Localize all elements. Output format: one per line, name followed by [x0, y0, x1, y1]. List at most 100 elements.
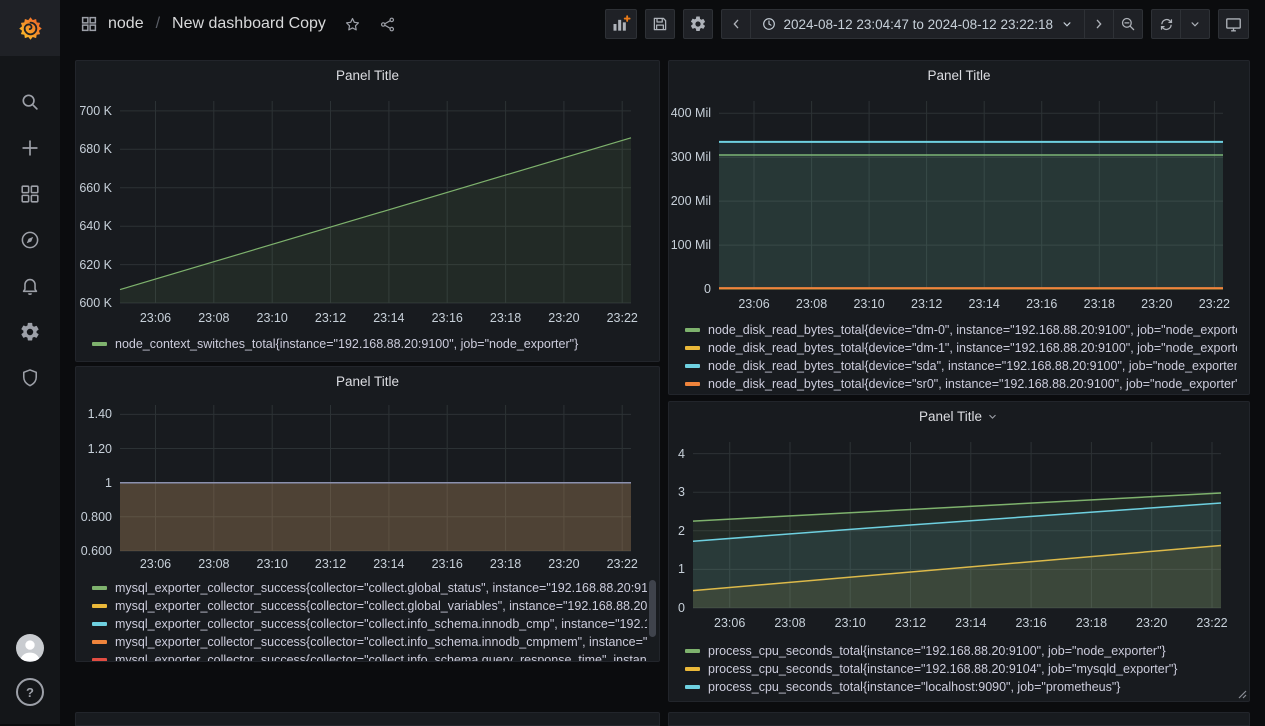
time-range-controls: 2024-08-12 23:04:47 to 2024-08-12 23:22:… — [721, 9, 1143, 39]
x-tick-label: 23:14 — [373, 557, 404, 572]
legend-item[interactable]: node_context_switches_total{instance="19… — [92, 335, 647, 353]
x-tick-label: 23:14 — [955, 616, 986, 631]
legend-series-label: process_cpu_seconds_total{instance="loca… — [708, 680, 1120, 694]
sidebar: ? — [0, 0, 60, 724]
x-tick-label: 23:12 — [911, 297, 942, 312]
x-tick-label: 23:22 — [1199, 297, 1230, 312]
add-panel-button[interactable] — [605, 9, 637, 39]
legend-item[interactable]: node_disk_read_bytes_total{device="dm-0"… — [685, 321, 1237, 339]
x-tick-label: 23:18 — [490, 557, 521, 572]
y-tick-label: 200 Mil — [669, 194, 711, 209]
y-tick-label: 1 — [76, 476, 112, 491]
time-forward-button[interactable] — [1084, 9, 1114, 39]
x-tick-label: 23:10 — [835, 616, 866, 631]
star-icon[interactable] — [344, 16, 361, 33]
dashboards-icon[interactable] — [18, 182, 42, 206]
y-tick-label: 620 K — [76, 258, 112, 273]
legend-series-color-icon — [92, 658, 107, 662]
y-tick-label: 1.40 — [76, 407, 112, 422]
legend-series-label: process_cpu_seconds_total{instance="192.… — [708, 644, 1166, 658]
legend-item[interactable]: mysql_exporter_collector_success{collect… — [92, 597, 647, 615]
legend-item[interactable]: node_disk_read_bytes_total{device="dm-1"… — [685, 339, 1237, 357]
panel-top-left: Panel Title node_context_switches_total{… — [75, 60, 660, 362]
navbar: node / New dashboard Copy 2024-08-12 23:… — [60, 0, 1265, 48]
y-tick-label: 1.20 — [76, 442, 112, 457]
legend-item[interactable]: node_disk_read_bytes_total{device="sda",… — [685, 357, 1237, 375]
x-tick-label: 23:12 — [315, 311, 346, 326]
legend-item[interactable]: mysql_exporter_collector_success{collect… — [92, 651, 647, 662]
user-avatar[interactable] — [16, 634, 44, 662]
y-tick-label: 680 K — [76, 142, 112, 157]
x-tick-label: 23:08 — [198, 311, 229, 326]
help-icon[interactable]: ? — [16, 678, 44, 706]
x-tick-label: 23:18 — [1076, 616, 1107, 631]
x-tick-label: 23:16 — [432, 311, 463, 326]
legend-series-color-icon — [685, 667, 700, 671]
chevron-down-icon — [1060, 17, 1074, 31]
dashboards-grid-icon[interactable] — [80, 15, 98, 33]
legend-series-label: process_cpu_seconds_total{instance="192.… — [708, 662, 1177, 676]
cycle-view-mode-button[interactable] — [1218, 9, 1249, 39]
y-tick-label: 0 — [669, 601, 685, 616]
legend-item[interactable]: mysql_exporter_collector_success{collect… — [92, 579, 647, 597]
grafana-logo[interactable] — [0, 0, 60, 56]
x-tick-label: 23:12 — [315, 557, 346, 572]
y-tick-label: 100 Mil — [669, 238, 711, 253]
refresh-button[interactable] — [1151, 9, 1181, 39]
x-tick-label: 23:10 — [853, 297, 884, 312]
share-icon[interactable] — [379, 16, 396, 33]
search-icon[interactable] — [18, 90, 42, 114]
legend-item[interactable]: process_cpu_seconds_total{instance="192.… — [685, 642, 1237, 660]
legend-series-color-icon — [92, 586, 107, 590]
create-icon[interactable] — [18, 136, 42, 160]
legend-item[interactable]: process_cpu_seconds_total{instance="192.… — [685, 660, 1237, 678]
configuration-gear-icon[interactable] — [18, 320, 42, 344]
x-tick-label: 23:08 — [198, 557, 229, 572]
legend-series-color-icon — [685, 364, 700, 368]
refresh-interval-caret-button[interactable] — [1180, 9, 1210, 39]
x-tick-label: 23:10 — [257, 557, 288, 572]
alerting-bell-icon[interactable] — [18, 274, 42, 298]
legend-item[interactable]: mysql_exporter_collector_success{collect… — [92, 633, 647, 651]
navbar-toolbar: 2024-08-12 23:04:47 to 2024-08-12 23:22:… — [605, 9, 1249, 39]
time-range-picker[interactable]: 2024-08-12 23:04:47 to 2024-08-12 23:22:… — [750, 9, 1085, 39]
legend-series-label: node_disk_read_bytes_total{device="sr0",… — [708, 377, 1237, 391]
legend-series-label: mysql_exporter_collector_success{collect… — [115, 599, 647, 613]
server-admin-shield-icon[interactable] — [18, 366, 42, 390]
breadcrumb-separator: / — [156, 15, 160, 33]
time-back-button[interactable] — [721, 9, 751, 39]
legend-series-label: node_disk_read_bytes_total{device="dm-1"… — [708, 341, 1237, 355]
legend-series-color-icon — [685, 382, 700, 386]
save-dashboard-button[interactable] — [645, 9, 675, 39]
x-tick-label: 23:20 — [1141, 297, 1172, 312]
legend: mysql_exporter_collector_success{collect… — [92, 579, 647, 662]
legend-series-label: node_context_switches_total{instance="19… — [115, 337, 578, 351]
panel-resize-handle[interactable] — [1237, 689, 1247, 699]
breadcrumb: node / New dashboard Copy — [80, 15, 396, 33]
x-tick-label: 23:06 — [140, 311, 171, 326]
explore-compass-icon[interactable] — [18, 228, 42, 252]
panel-bottom-right: Panel Title process_cpu_seconds_total{in… — [668, 401, 1250, 702]
legend-series-label: mysql_exporter_collector_success{collect… — [115, 617, 647, 631]
legend-item[interactable]: process_cpu_seconds_total{instance="loca… — [685, 678, 1237, 696]
x-tick-label: 23:06 — [140, 557, 171, 572]
breadcrumb-folder[interactable]: node — [108, 15, 144, 33]
legend: node_context_switches_total{instance="19… — [92, 335, 647, 353]
x-tick-label: 23:14 — [373, 311, 404, 326]
zoom-out-button[interactable] — [1113, 9, 1143, 39]
legend-series-color-icon — [685, 649, 700, 653]
y-tick-label: 1 — [669, 562, 685, 577]
y-tick-label: 0.800 — [76, 510, 112, 525]
x-tick-label: 23:22 — [607, 311, 638, 326]
y-tick-label: 700 K — [76, 104, 112, 119]
legend-series-color-icon — [92, 640, 107, 644]
legend-series-color-icon — [685, 346, 700, 350]
series-fill — [120, 138, 631, 303]
legend-scrollbar[interactable] — [649, 580, 656, 637]
legend: process_cpu_seconds_total{instance="192.… — [685, 642, 1237, 696]
dashboard-title[interactable]: New dashboard Copy — [172, 15, 326, 33]
x-tick-label: 23:22 — [607, 557, 638, 572]
legend-item[interactable]: node_disk_read_bytes_total{device="sr0",… — [685, 375, 1237, 393]
dashboard-settings-button[interactable] — [683, 9, 713, 39]
legend-item[interactable]: mysql_exporter_collector_success{collect… — [92, 615, 647, 633]
